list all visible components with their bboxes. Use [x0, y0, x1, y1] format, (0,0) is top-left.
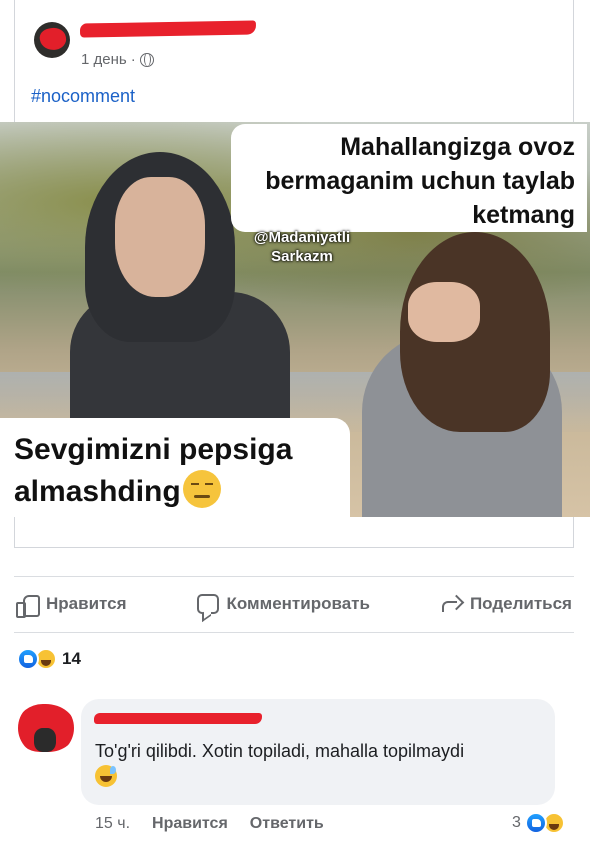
meta-separator: ·	[130, 51, 136, 68]
comment-reply-button[interactable]: Ответить	[250, 815, 324, 833]
like-button[interactable]: Нравится	[16, 593, 127, 618]
author-avatar[interactable]	[34, 22, 70, 58]
globe-icon	[139, 52, 154, 67]
reactions-summary[interactable]: 14	[17, 648, 81, 670]
like-reaction-icon	[17, 648, 39, 670]
post-image[interactable]: Mahallangizga ovoz bermaganim uchun tayl…	[0, 122, 590, 517]
thumbs-up-icon	[16, 593, 40, 618]
like-reaction-icon	[524, 812, 547, 834]
hashtag-link[interactable]: #nocomment	[31, 86, 135, 107]
caption-bottom: Sevgimizni pepsiga almashding	[0, 418, 350, 517]
action-bar: Нравится Комментировать Поделиться	[14, 586, 574, 622]
share-label: Поделиться	[469, 594, 572, 613]
comment-icon	[196, 594, 219, 614]
comment-reaction-count: 3	[512, 814, 521, 831]
like-label: Нравится	[46, 594, 127, 613]
divider	[14, 576, 574, 577]
comment-time[interactable]: 15 ч.	[95, 815, 130, 833]
share-button[interactable]: Поделиться	[440, 594, 572, 614]
man-face	[115, 177, 205, 297]
caption-bottom-text: Sevgimizni pepsiga almashding	[14, 433, 293, 508]
post-meta: 1 день ·	[81, 51, 154, 68]
comment-actions: 15 ч. Нравится Ответить	[95, 815, 324, 833]
expressionless-emoji-icon	[182, 470, 221, 508]
share-arrow-icon	[440, 594, 462, 614]
sweat-smile-emoji-icon	[95, 765, 117, 787]
post-timestamp[interactable]: 1 день	[81, 51, 127, 68]
watermark: @Madaniyatli Sarkazm	[253, 229, 351, 265]
comment-body: To'g'ri qilibdi. Xotin topiladi, mahalla…	[95, 738, 545, 790]
divider	[14, 632, 574, 633]
comment-button[interactable]: Комментировать	[196, 594, 370, 614]
comment-reactions[interactable]: 3	[512, 812, 565, 834]
commenter-name-redacted[interactable]	[94, 713, 262, 724]
comment-text: To'g'ri qilibdi. Xotin topiladi, mahalla…	[95, 741, 465, 761]
caption-top: Mahallangizga ovoz bermaganim uchun tayl…	[231, 124, 587, 232]
comment-like-button[interactable]: Нравится	[152, 815, 228, 833]
commenter-avatar[interactable]	[18, 700, 74, 756]
woman-hands	[408, 282, 480, 342]
comment-label: Комментировать	[226, 594, 370, 613]
reaction-count: 14	[62, 649, 81, 668]
